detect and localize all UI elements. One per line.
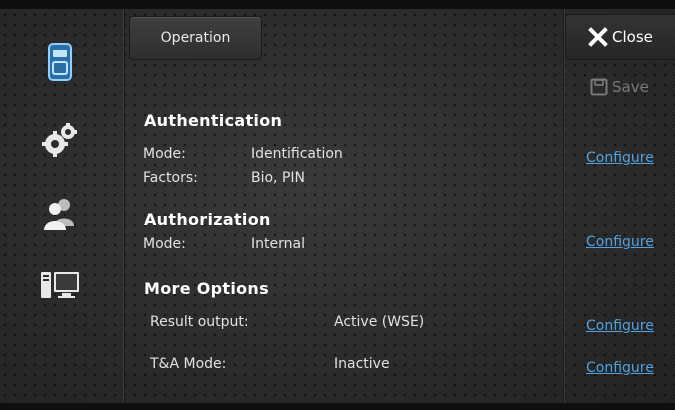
authentication-mode-label: Mode: — [143, 146, 186, 162]
authentication-heading: Authentication — [144, 111, 283, 130]
computer-monitor-icon — [41, 272, 79, 298]
configure-result-output-link[interactable]: Configure — [586, 318, 654, 334]
sidebar-item-device[interactable] — [38, 40, 82, 84]
save-button-label: Save — [612, 78, 649, 96]
ta-mode-label: T&A Mode: — [150, 356, 227, 372]
action-column — [563, 9, 675, 403]
device-icon — [48, 43, 72, 81]
app-frame: Operation Close Save Authentication Mode… — [0, 0, 675, 410]
authorization-mode-value: Internal — [251, 236, 305, 252]
top-bar — [0, 0, 675, 9]
save-disk-icon — [590, 78, 608, 96]
more-options-heading: More Options — [144, 279, 269, 298]
sidebar-item-settings[interactable] — [38, 118, 82, 162]
close-button-label: Close — [612, 28, 653, 46]
configure-authorization-link[interactable]: Configure — [586, 234, 654, 250]
configure-authentication-link[interactable]: Configure — [586, 150, 654, 166]
close-icon — [588, 27, 608, 47]
tab-operation-label: Operation — [160, 30, 231, 46]
authorization-heading: Authorization — [144, 210, 271, 229]
bottom-bar — [0, 403, 675, 410]
settings-gears-icon — [42, 123, 77, 157]
authentication-factors-value: Bio, PIN — [251, 170, 306, 186]
result-output-label: Result output: — [150, 314, 249, 330]
authentication-mode-value: Identification — [251, 146, 343, 162]
save-button[interactable]: Save — [590, 76, 649, 98]
ta-mode-value: Inactive — [334, 356, 390, 372]
users-icon — [44, 199, 74, 230]
authorization-mode-label: Mode: — [143, 236, 186, 252]
close-button[interactable]: Close — [565, 14, 675, 60]
result-output-value: Active (WSE) — [334, 314, 425, 330]
tab-operation[interactable]: Operation — [129, 16, 262, 60]
configure-ta-mode-link[interactable]: Configure — [586, 360, 654, 376]
authentication-factors-label: Factors: — [143, 170, 198, 186]
sidebar-item-users[interactable] — [38, 192, 82, 236]
sidebar-item-computer[interactable] — [38, 264, 82, 308]
